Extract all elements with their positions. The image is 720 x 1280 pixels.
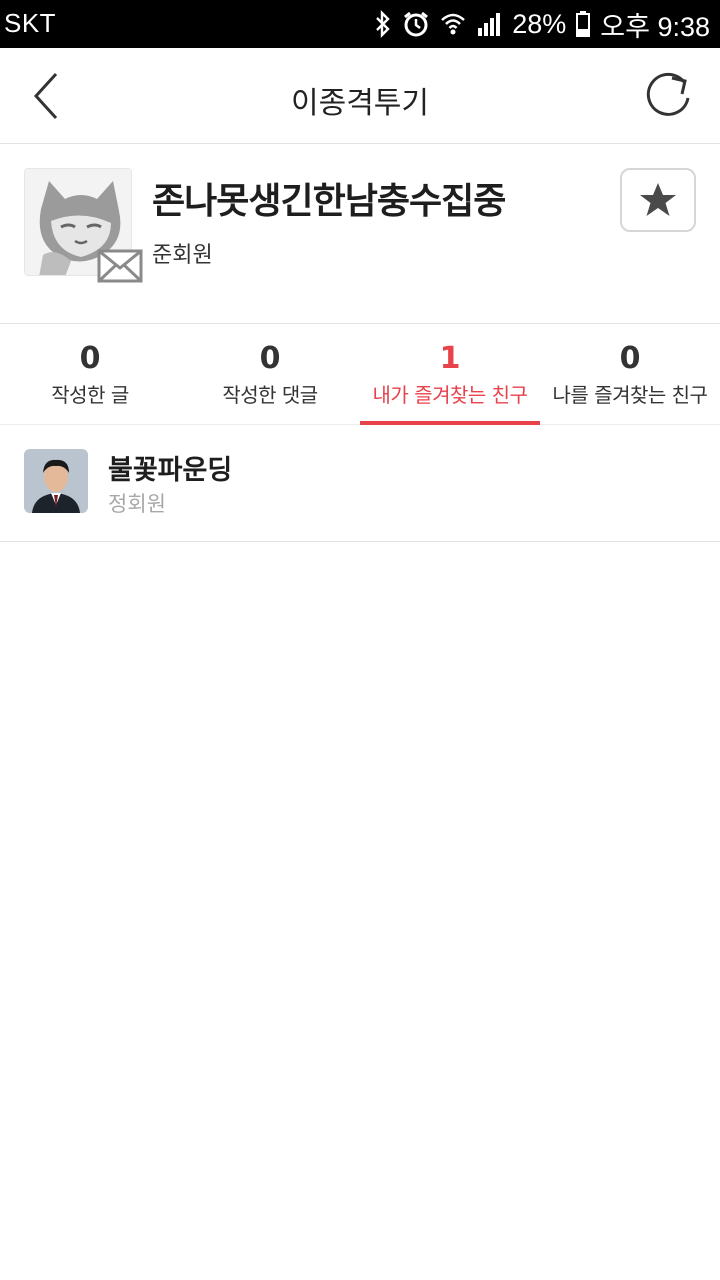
friend-list: 불꽃파운딩 정회원 bbox=[0, 426, 720, 542]
tab-favorited-by[interactable]: 0 나를 즐겨찾는 친구 bbox=[540, 325, 720, 425]
status-bar: SKT 28% 오후 9:38 bbox=[0, 0, 720, 48]
comments-label: 작성한 댓글 bbox=[222, 383, 318, 407]
comments-count: 0 bbox=[259, 341, 281, 376]
posts-count: 0 bbox=[79, 341, 101, 376]
message-button[interactable] bbox=[96, 246, 144, 286]
wifi-icon bbox=[441, 13, 466, 35]
friend-grade: 정회원 bbox=[108, 492, 166, 516]
favorite-button[interactable] bbox=[620, 168, 696, 232]
signal-icon bbox=[478, 13, 501, 36]
battery-percent: 28% bbox=[512, 8, 567, 39]
stats-tabs: 0 작성한 글 0 작성한 댓글 1 내가 즐겨찾는 친구 0 나를 즐겨찾는 … bbox=[0, 325, 720, 425]
envelope-icon bbox=[97, 249, 143, 283]
person-photo-image bbox=[24, 449, 88, 513]
refresh-button[interactable] bbox=[640, 68, 696, 124]
clock: 오후 9:38 bbox=[600, 11, 710, 42]
posts-label: 작성한 글 bbox=[51, 383, 129, 407]
profile-section: 존나못생긴한남충수집중 준회원 bbox=[0, 144, 720, 324]
battery-icon bbox=[576, 11, 591, 37]
favorited-by-label: 나를 즐겨찾는 친구 bbox=[552, 383, 708, 407]
tab-posts[interactable]: 0 작성한 글 bbox=[0, 325, 180, 425]
page-title: 이종격투기 bbox=[291, 86, 429, 121]
list-item[interactable]: 불꽃파운딩 정회원 bbox=[0, 426, 720, 542]
alarm-icon bbox=[404, 11, 429, 37]
app-header: 이종격투기 bbox=[0, 48, 720, 144]
tab-comments[interactable]: 0 작성한 댓글 bbox=[180, 325, 360, 425]
status-icons: 28% 오후 9:38 bbox=[374, 6, 710, 42]
friend-name: 불꽃파운딩 bbox=[108, 455, 233, 486]
friend-avatar bbox=[24, 449, 88, 513]
favorited-by-count: 0 bbox=[619, 341, 641, 376]
profile-nickname: 존나못생긴한남충수집중 bbox=[152, 181, 506, 222]
carrier-label: SKT bbox=[4, 8, 57, 38]
my-favorites-count: 1 bbox=[439, 341, 461, 376]
profile-grade: 준회원 bbox=[152, 243, 213, 268]
tab-my-favorites[interactable]: 1 내가 즐겨찾는 친구 bbox=[360, 325, 540, 425]
bluetooth-icon bbox=[376, 10, 390, 38]
my-favorites-label: 내가 즐겨찾는 친구 bbox=[372, 383, 528, 407]
active-tab-indicator bbox=[360, 421, 540, 425]
refresh-icon bbox=[646, 72, 690, 116]
star-icon bbox=[640, 183, 676, 216]
